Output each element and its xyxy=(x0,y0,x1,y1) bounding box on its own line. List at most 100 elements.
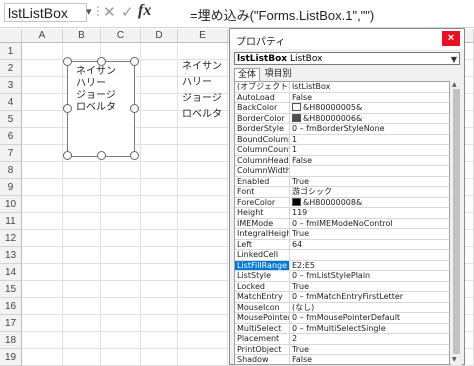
property-value[interactable]: False xyxy=(292,93,447,103)
column-header-c[interactable]: C xyxy=(101,29,141,43)
resize-handle-bottom-right[interactable] xyxy=(130,151,139,160)
property-row[interactable]: ColumnHeads False xyxy=(235,155,449,166)
property-row[interactable]: ColumnCount 1 xyxy=(235,145,449,156)
row-header-5[interactable]: 5 xyxy=(0,111,22,128)
property-value[interactable]: True xyxy=(292,177,447,187)
property-row[interactable]: Left 64 xyxy=(235,239,449,250)
cancel-icon[interactable]: ✕ xyxy=(103,3,116,21)
column-header-d[interactable]: D xyxy=(141,29,178,43)
listbox-control[interactable]: ネイサン ハリー ジョージ ロベルタ xyxy=(67,61,135,157)
row-header-14[interactable]: 14 xyxy=(0,264,22,281)
property-row[interactable]: Locked True xyxy=(235,281,449,292)
select-all-corner[interactable] xyxy=(0,29,22,43)
property-value[interactable]: 1 xyxy=(292,135,447,145)
property-value[interactable]: 64 xyxy=(292,240,447,250)
row-header-6[interactable]: 6 xyxy=(0,128,22,145)
property-value[interactable]: 0 – fmMousePointerDefault xyxy=(292,313,447,323)
row-header-3[interactable]: 3 xyxy=(0,77,22,94)
name-box-dropdown-icon[interactable]: ▾ xyxy=(86,5,92,18)
row-header-17[interactable]: 17 xyxy=(0,315,22,332)
property-scrollbar[interactable]: ▲ ▼ xyxy=(451,81,462,365)
resize-handle-top-right[interactable] xyxy=(130,57,139,66)
property-value[interactable]: 0 – fmMatchEntryFirstLetter xyxy=(292,292,447,302)
tab-alphabetic[interactable]: 全体 xyxy=(234,68,260,82)
row-header-9[interactable]: 9 xyxy=(0,179,22,196)
property-value[interactable]: True xyxy=(292,229,447,239)
property-row[interactable]: Shadow False xyxy=(235,355,449,364)
property-value[interactable]: False xyxy=(292,355,447,364)
resize-handle-left[interactable] xyxy=(63,104,72,113)
property-value[interactable]: 0 – fmListStylePlain xyxy=(292,271,447,281)
resize-handle-bottom[interactable] xyxy=(97,151,106,160)
close-icon[interactable]: × xyxy=(442,31,460,46)
property-row[interactable]: IMEMode 0 – fmIMEModeNoControl xyxy=(235,218,449,229)
property-value[interactable]: (なし) xyxy=(292,303,447,313)
scroll-down-icon[interactable]: ▼ xyxy=(452,356,457,363)
property-value[interactable]: &H80000008& xyxy=(292,197,447,208)
row-header-8[interactable]: 8 xyxy=(0,162,22,179)
chevron-down-icon[interactable]: ▼ xyxy=(451,53,457,66)
column-header-a[interactable]: A xyxy=(22,29,63,43)
property-value[interactable]: 2 xyxy=(292,334,447,344)
property-value[interactable]: True xyxy=(292,345,447,355)
property-value[interactable]: False xyxy=(292,156,447,166)
property-value[interactable]: &H80000005& xyxy=(292,103,447,113)
property-row[interactable]: PrintObject True xyxy=(235,344,449,355)
property-value[interactable]: 游ゴシック xyxy=(292,187,447,197)
property-row[interactable]: Height 119 xyxy=(235,208,449,219)
property-row[interactable]: BorderStyle 0 – fmBorderStyleNone xyxy=(235,124,449,135)
resize-handle-bottom-left[interactable] xyxy=(63,151,72,160)
property-value[interactable]: True xyxy=(292,282,447,292)
insert-function-icon[interactable]: fx xyxy=(138,2,151,20)
row-header-2[interactable]: 2 xyxy=(0,60,22,77)
property-row[interactable]: ColumnWidths xyxy=(235,166,449,177)
row-header-19[interactable]: 19 xyxy=(0,349,22,366)
cell-e5[interactable]: ロベルタ xyxy=(182,105,222,120)
property-row[interactable]: IntegralHeight True xyxy=(235,229,449,240)
row-header-10[interactable]: 10 xyxy=(0,196,22,213)
property-value[interactable]: &H80000006& xyxy=(292,113,447,124)
property-row[interactable]: AutoLoad False xyxy=(235,92,449,103)
property-value[interactable]: 0 – fmIMEModeNoControl xyxy=(292,219,447,229)
cell-e3[interactable]: ハリー xyxy=(182,73,212,88)
object-selector[interactable]: lstListBox ListBox ▼ xyxy=(234,52,460,65)
property-row[interactable]: Placement 2 xyxy=(235,334,449,345)
property-value[interactable]: E2:E5 xyxy=(292,261,447,271)
row-header-18[interactable]: 18 xyxy=(0,332,22,349)
row-header-1[interactable]: 1 xyxy=(0,43,22,60)
name-box[interactable]: lstListBox xyxy=(4,3,87,22)
property-value[interactable]: 0 – fmMultiSelectSingle xyxy=(292,324,447,334)
property-row[interactable]: BoundColumn 1 xyxy=(235,134,449,145)
property-row[interactable]: Enabled True xyxy=(235,176,449,187)
property-row[interactable]: ListFillRange E2:E5 xyxy=(235,260,449,271)
property-value[interactable]: 0 – fmBorderStyleNone xyxy=(292,124,447,134)
property-value[interactable]: 1 xyxy=(292,145,447,155)
column-header-e[interactable]: E xyxy=(178,29,228,43)
listbox-item[interactable]: ロベルタ xyxy=(76,98,116,113)
row-header-11[interactable]: 11 xyxy=(0,213,22,230)
row-header-12[interactable]: 12 xyxy=(0,230,22,247)
property-row[interactable]: MultiSelect 0 – fmMultiSelectSingle xyxy=(235,323,449,334)
property-value[interactable]: lstListBox xyxy=(292,82,447,92)
row-header-7[interactable]: 7 xyxy=(0,145,22,162)
row-header-16[interactable]: 16 xyxy=(0,298,22,315)
enter-icon[interactable]: ✓ xyxy=(121,3,134,21)
column-header-b[interactable]: B xyxy=(63,29,101,43)
property-row[interactable]: (オブジェクト名)lstListBox xyxy=(235,82,449,93)
resize-handle-top[interactable] xyxy=(97,57,106,66)
resize-handle-top-left[interactable] xyxy=(63,57,72,66)
tab-categorized[interactable]: 項目別 xyxy=(262,68,294,81)
property-row[interactable]: MatchEntry 0 – fmMatchEntryFirstLetter xyxy=(235,292,449,303)
row-header-13[interactable]: 13 xyxy=(0,247,22,264)
properties-title-bar[interactable]: プロパティ × xyxy=(230,29,464,49)
resize-handle-right[interactable] xyxy=(130,104,139,113)
formula-input[interactable]: =埋め込み("Forms.ListBox.1","") xyxy=(190,5,374,24)
cell-e4[interactable]: ジョージ xyxy=(182,89,222,104)
property-row[interactable]: BackColor &H80000005& xyxy=(235,103,449,114)
property-row[interactable]: MousePointer 0 – fmMousePointerDefault xyxy=(235,313,449,324)
scrollbar-thumb[interactable] xyxy=(453,89,460,354)
property-row[interactable]: ListStyle 0 – fmListStylePlain xyxy=(235,271,449,282)
property-row[interactable]: Font 游ゴシック xyxy=(235,187,449,198)
cell-e2[interactable]: ネイサン xyxy=(182,57,222,72)
property-value[interactable]: 119 xyxy=(292,208,447,218)
